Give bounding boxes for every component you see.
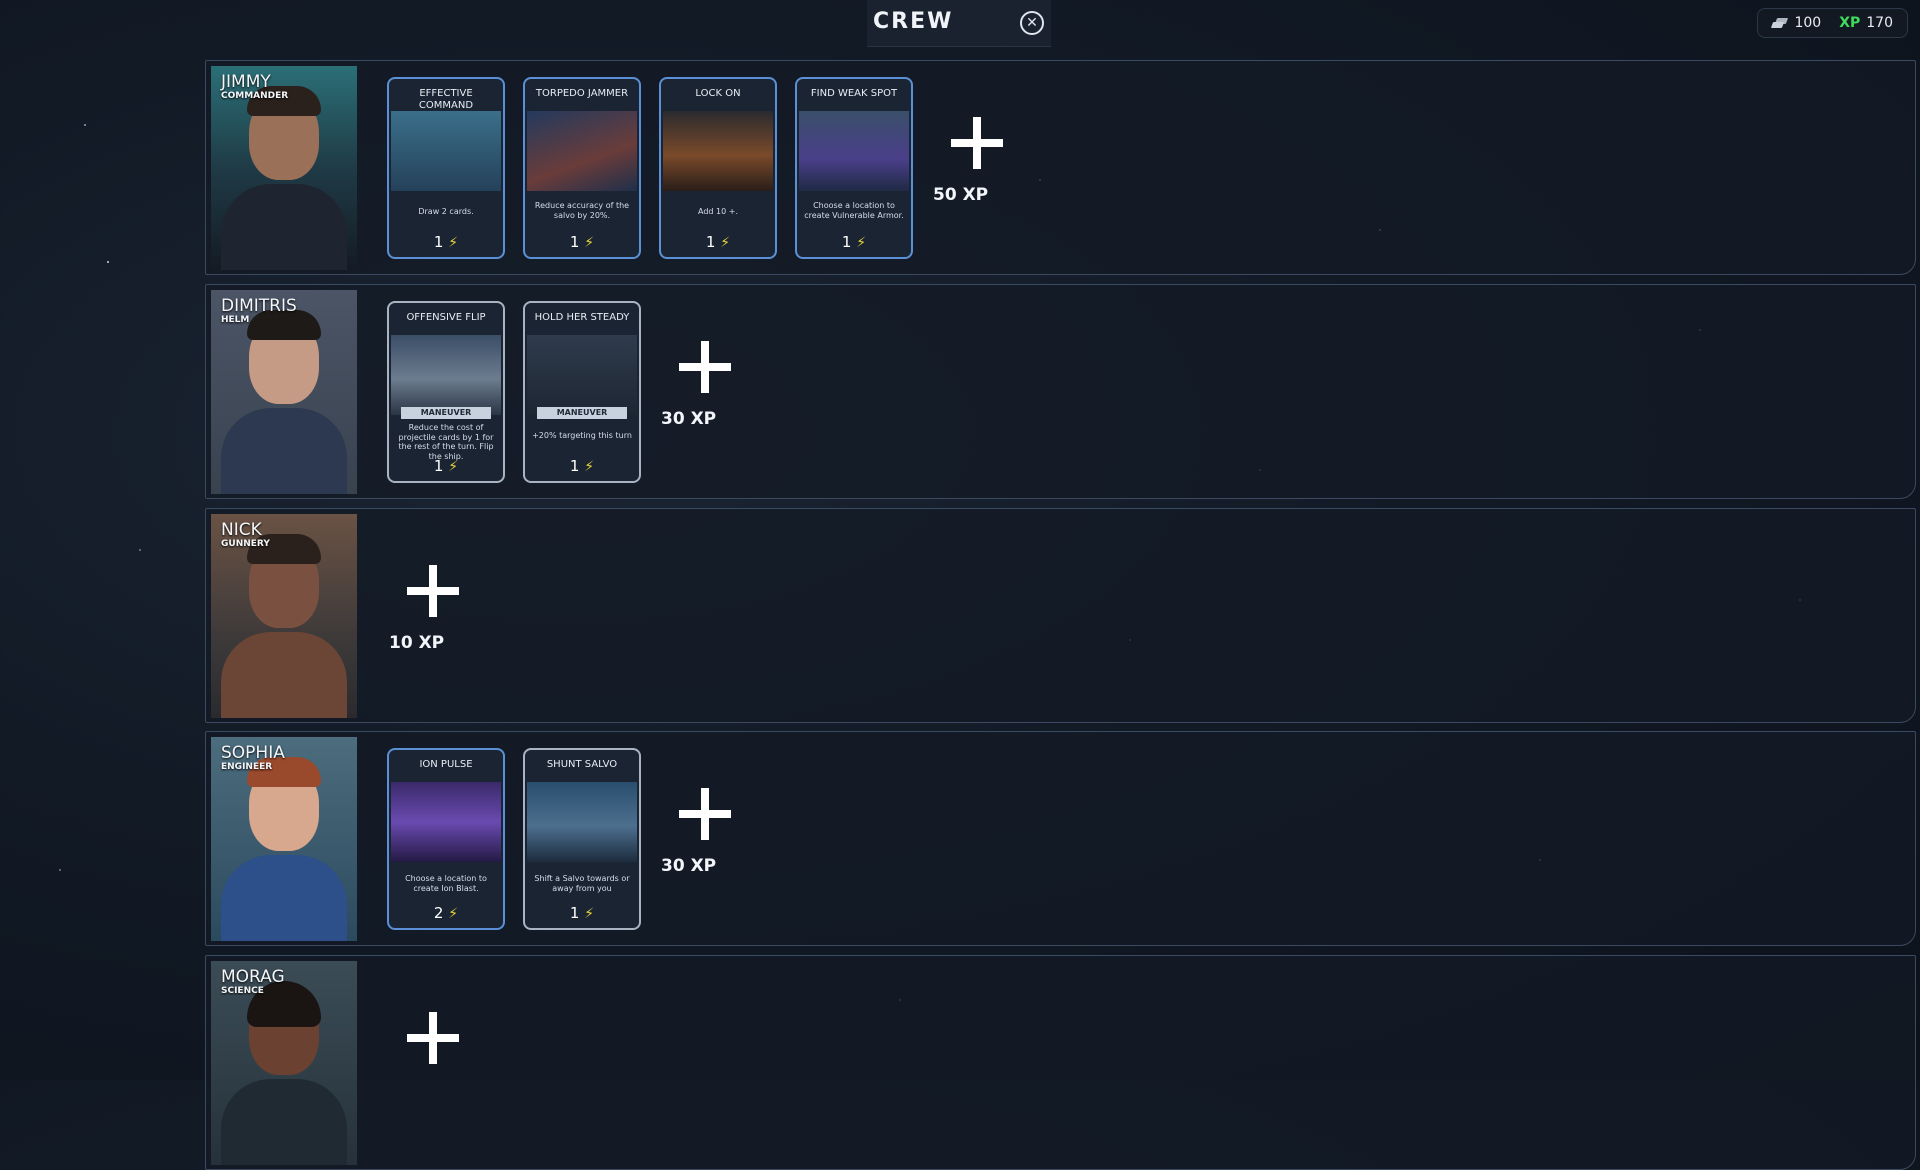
energy-icon: ⚡: [856, 235, 867, 251]
crew-name: NICK: [221, 520, 262, 540]
plus-icon: [679, 788, 731, 840]
credits-icon: [1772, 18, 1788, 28]
add-card-button[interactable]: 50 XP: [933, 117, 1013, 227]
card-shunt-salvo[interactable]: SHUNT SALVO Shift a Salvo towards or awa…: [523, 748, 641, 930]
card-cost: 1 ⚡: [841, 233, 867, 251]
portrait-morag[interactable]: MORAG SCIENCE: [211, 961, 357, 1165]
card-find-weak-spot[interactable]: FIND WEAK SPOT Choose a location to crea…: [795, 77, 913, 259]
plus-icon: [407, 1012, 459, 1064]
card-cost: 1 ⚡: [705, 233, 731, 251]
card-cost: 1 ⚡: [433, 233, 459, 251]
card-title: OFFENSIVE FLIP: [406, 312, 486, 323]
energy-icon: ⚡: [448, 235, 459, 251]
card-offensive-flip[interactable]: OFFENSIVE FLIP MANEUVER Reduce the cost …: [387, 301, 505, 483]
card-ion-pulse[interactable]: ION PULSE Choose a location to create Io…: [387, 748, 505, 930]
card-title: TORPEDO JAMMER: [535, 88, 629, 99]
add-card-cost: 50 XP: [933, 185, 989, 205]
card-cost: 1 ⚡: [569, 904, 595, 922]
card-desc: Choose a location to create Ion Blast.: [405, 874, 487, 893]
add-card-button[interactable]: 30 XP: [661, 341, 741, 451]
card-effective-command[interactable]: EFFECTIVE COMMAND Draw 2 cards. 1 ⚡: [387, 77, 505, 259]
add-card-cost: 30 XP: [661, 856, 717, 876]
card-art: [391, 335, 501, 415]
credits-display: 100: [1772, 15, 1821, 31]
card-art: [391, 111, 501, 191]
xp-label: XP: [1839, 15, 1861, 31]
card-torpedo-jammer[interactable]: TORPEDO JAMMER Reduce accuracy of the sa…: [523, 77, 641, 259]
crew-role: ENGINEER: [221, 762, 273, 772]
xp-value: 170: [1866, 15, 1893, 31]
add-card-cost: 10 XP: [389, 633, 445, 653]
card-desc: Choose a location to create Vulnerable A…: [804, 201, 904, 220]
card-desc: Shift a Salvo towards or away from you: [534, 874, 630, 893]
portrait-jimmy[interactable]: JIMMY COMMANDER: [211, 66, 357, 270]
card-art: [391, 782, 501, 862]
crew-role: GUNNERY: [221, 539, 270, 549]
crew-name: DIMITRIS: [221, 296, 297, 316]
crew-name: JIMMY: [221, 72, 271, 92]
crew-name: SOPHIA: [221, 743, 285, 763]
add-card-button[interactable]: 30 XP: [661, 788, 741, 898]
portrait-nick[interactable]: NICK GUNNERY: [211, 514, 357, 718]
card-cost: 2 ⚡: [433, 904, 459, 922]
card-art: [527, 335, 637, 415]
add-card-cost: 30 XP: [661, 409, 717, 429]
energy-icon: ⚡: [584, 459, 595, 475]
energy-icon: ⚡: [584, 906, 595, 922]
card-tag: MANEUVER: [401, 407, 491, 419]
card-art: [527, 111, 637, 191]
crew-header: CREW ✕: [867, 0, 1051, 47]
crew-row-morag: MORAG SCIENCE: [205, 955, 1916, 1170]
plus-icon: [407, 565, 459, 617]
card-title: FIND WEAK SPOT: [810, 88, 898, 99]
card-title: ION PULSE: [419, 759, 473, 770]
add-card-button[interactable]: 10 XP: [389, 565, 469, 675]
card-desc: Reduce accuracy of the salvo by 20%.: [534, 201, 630, 220]
card-cost: 1 ⚡: [433, 457, 459, 475]
card-lock-on[interactable]: LOCK ON Add 10 +. 1 ⚡: [659, 77, 777, 259]
card-desc: +20% targeting this turn: [532, 431, 632, 440]
close-icon[interactable]: ✕: [1020, 11, 1044, 35]
card-desc: Draw 2 cards.: [418, 207, 474, 216]
card-title: LOCK ON: [695, 88, 741, 99]
portrait-sophia[interactable]: SOPHIA ENGINEER: [211, 737, 357, 941]
plus-icon: [679, 341, 731, 393]
page-title: CREW: [873, 9, 954, 34]
card-tag: MANEUVER: [537, 407, 627, 419]
card-art: [527, 782, 637, 862]
crew-role: COMMANDER: [221, 91, 289, 101]
plus-icon: [951, 117, 1003, 169]
card-art: [663, 111, 773, 191]
card-title: EFFECTIVE COMMAND: [418, 88, 474, 111]
card-title: HOLD HER STEADY: [534, 312, 630, 323]
crew-role: HELM: [221, 315, 250, 325]
xp-display: XP 170: [1839, 15, 1893, 31]
credits-value: 100: [1794, 15, 1822, 31]
currency-panel: 100 XP 170: [1757, 8, 1908, 38]
card-desc: Reduce the cost of projectile cards by 1…: [398, 423, 494, 461]
crew-row-sophia: SOPHIA ENGINEER ION PULSE Choose a locat…: [205, 731, 1916, 946]
crew-row-nick: NICK GUNNERY 10 XP: [205, 508, 1916, 723]
energy-icon: ⚡: [448, 906, 459, 922]
card-art: [799, 111, 909, 191]
card-hold-her-steady[interactable]: HOLD HER STEADY MANEUVER +20% targeting …: [523, 301, 641, 483]
add-card-button[interactable]: [389, 1012, 469, 1122]
card-cost: 1 ⚡: [569, 457, 595, 475]
crew-row-jimmy: JIMMY COMMANDER EFFECTIVE COMMAND Draw 2…: [205, 60, 1916, 275]
card-cost: 1 ⚡: [569, 233, 595, 251]
crew-role: SCIENCE: [221, 986, 264, 996]
portrait-dimitris[interactable]: DIMITRIS HELM: [211, 290, 357, 494]
crew-name: MORAG: [221, 967, 285, 987]
energy-icon: ⚡: [448, 459, 459, 475]
energy-icon: ⚡: [720, 235, 731, 251]
card-title: SHUNT SALVO: [546, 759, 618, 770]
crew-row-dimitris: DIMITRIS HELM OFFENSIVE FLIP MANEUVER Re…: [205, 284, 1916, 499]
card-desc: Add 10 +.: [698, 207, 738, 216]
energy-icon: ⚡: [584, 235, 595, 251]
